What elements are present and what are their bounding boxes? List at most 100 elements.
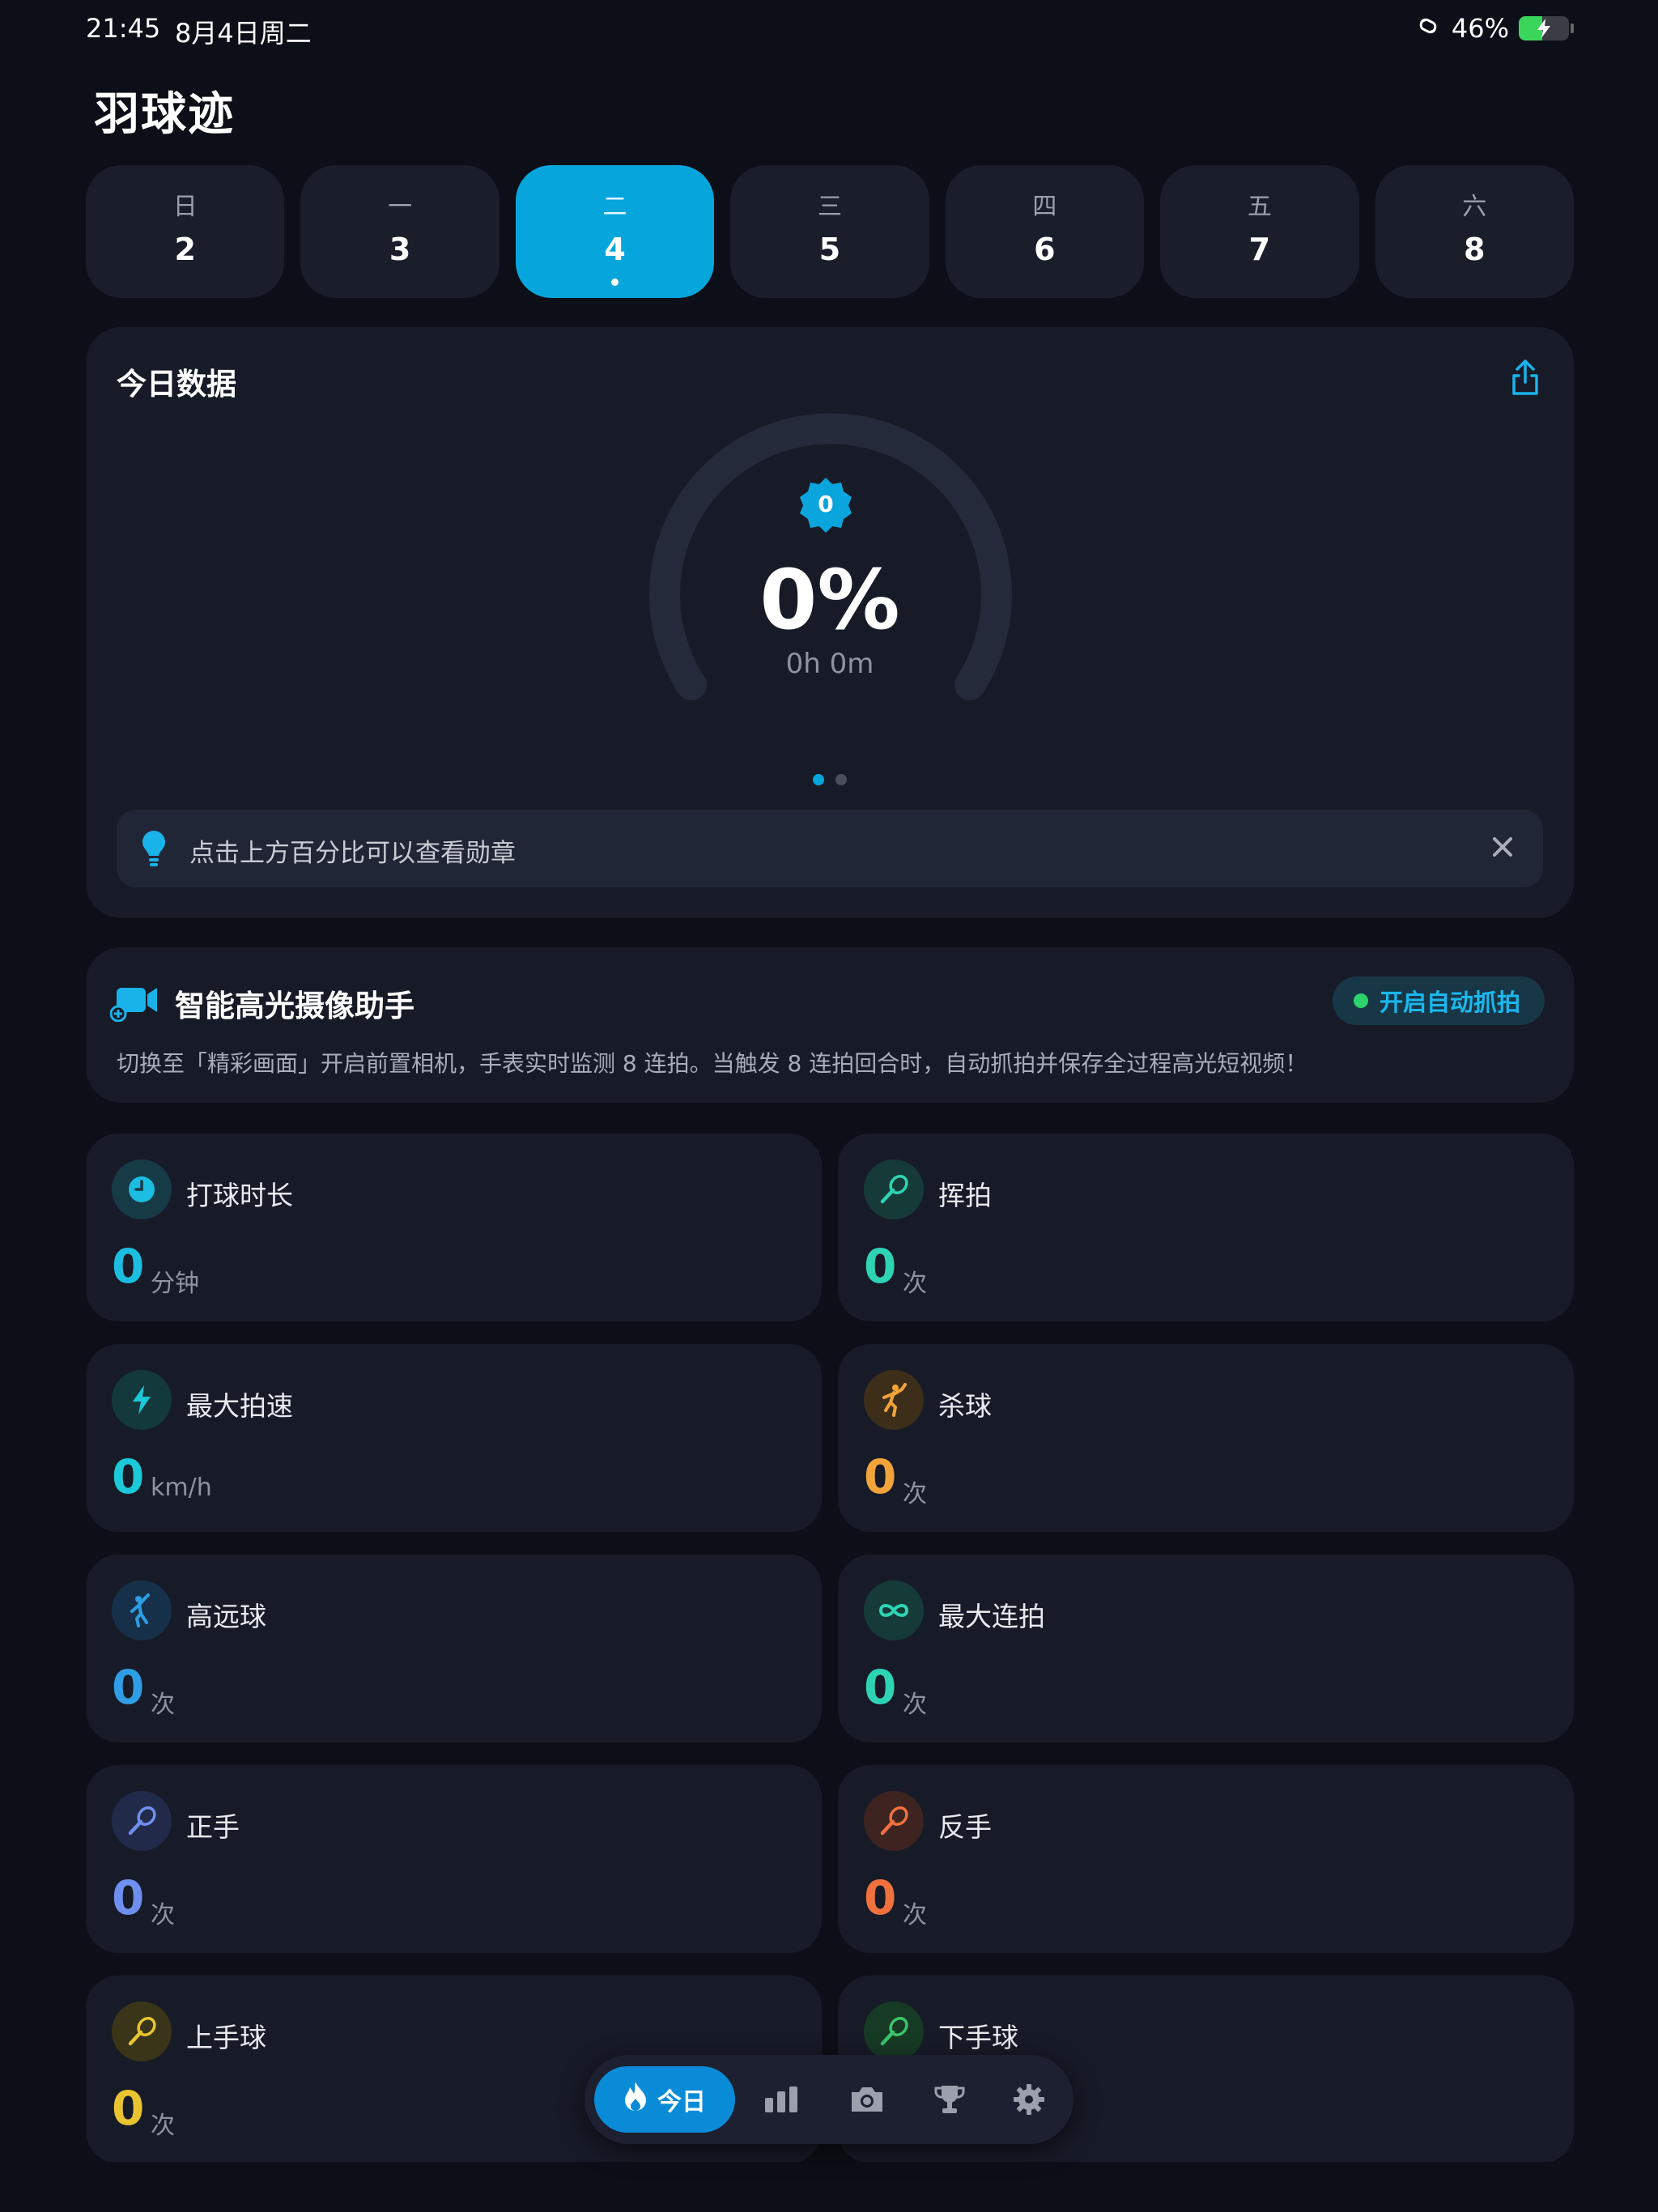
stat-value: 0 <box>864 1239 897 1294</box>
clock-icon <box>112 1159 172 1219</box>
stat-label: 最大连拍 <box>938 1601 1045 1632</box>
stat-card[interactable]: 打球时长 0 分钟 <box>86 1134 822 1321</box>
stat-label: 打球时长 <box>186 1180 293 1211</box>
infinity-icon <box>864 1580 924 1640</box>
stat-label: 挥拍 <box>938 1180 992 1211</box>
stat-card[interactable]: 正手 0 次 <box>86 1765 822 1953</box>
day-7[interactable]: 五7 <box>1160 165 1359 298</box>
stat-value: 0 <box>112 1870 145 1925</box>
day-3[interactable]: 一3 <box>300 165 500 298</box>
day-4[interactable]: 二4 <box>515 165 715 298</box>
clear-player-icon <box>112 1580 172 1640</box>
stat-value: 0 <box>864 1449 897 1504</box>
stat-unit: 次 <box>903 1270 927 1298</box>
day-5[interactable]: 三5 <box>730 165 929 298</box>
tip-banner: 点击上方百分比可以查看勋章 <box>117 810 1543 887</box>
racket-icon <box>112 1791 172 1851</box>
camera-assistant-card: 智能高光摄像助手 开启自动抓拍 切换至「精彩画面」开启前置相机，手表实时监测 8… <box>86 947 1574 1103</box>
battery-percent: 46% <box>1451 13 1509 44</box>
close-icon[interactable] <box>1486 831 1519 863</box>
auto-capture-label: 开启自动抓拍 <box>1379 989 1520 1016</box>
stat-value: 0 <box>112 1239 145 1294</box>
racket-icon <box>864 2001 924 2061</box>
day-weekday: 四 <box>1032 193 1057 221</box>
day-weekday: 日 <box>172 193 198 221</box>
stat-unit: 次 <box>151 1901 175 1929</box>
flame-icon <box>623 2081 648 2118</box>
day-2[interactable]: 日2 <box>86 165 285 298</box>
day-weekday: 一 <box>388 193 413 221</box>
video-camera-icon <box>109 983 159 1025</box>
stat-label: 正手 <box>186 1811 240 1843</box>
day-weekday: 三 <box>817 193 842 221</box>
link-icon <box>1414 13 1442 44</box>
today-duration: 0h 0m <box>785 648 874 680</box>
stat-unit: 次 <box>903 1480 927 1508</box>
day-number: 6 <box>1034 232 1056 267</box>
day-number: 5 <box>818 232 841 267</box>
status-dot <box>1353 993 1368 1008</box>
stat-label: 上手球 <box>186 2022 266 2053</box>
bottom-nav: 今日 <box>585 2055 1073 2144</box>
nav-today-label: 今日 <box>657 2088 706 2116</box>
stat-label: 最大拍速 <box>186 1390 293 1422</box>
page-dot-1[interactable] <box>813 774 824 785</box>
status-bar: 21:45 8月4日周二 46% <box>86 13 1574 49</box>
camera-title: 智能高光摄像助手 <box>175 989 414 1023</box>
medal-badge-value: 0 <box>818 491 834 517</box>
stat-value: 0 <box>112 1660 145 1715</box>
page-dot-2[interactable] <box>835 774 847 785</box>
stat-card[interactable]: 最大拍速 0 km/h <box>86 1344 822 1532</box>
stat-unit: km/h <box>151 1474 212 1502</box>
racket-icon <box>864 1791 924 1851</box>
day-weekday: 五 <box>1247 193 1272 221</box>
stat-unit: 次 <box>151 2112 175 2140</box>
stat-label: 下手球 <box>938 2022 1018 2053</box>
stat-unit: 次 <box>903 1901 927 1929</box>
share-icon[interactable] <box>1507 358 1543 397</box>
stat-value: 0 <box>112 2081 145 2136</box>
auto-capture-button[interactable]: 开启自动抓拍 <box>1332 976 1545 1025</box>
stat-card[interactable]: 杀球 0 次 <box>838 1344 1574 1532</box>
stat-label: 杀球 <box>938 1390 992 1422</box>
medal-badge-icon[interactable]: 0 <box>797 476 855 534</box>
stat-unit: 次 <box>151 1691 175 1719</box>
day-weekday: 二 <box>602 193 627 221</box>
day-8[interactable]: 六8 <box>1375 165 1574 298</box>
stat-card[interactable]: 挥拍 0 次 <box>838 1134 1574 1321</box>
stat-card[interactable]: 最大连拍 0 次 <box>838 1555 1574 1742</box>
racket-icon <box>864 1159 924 1219</box>
status-time: 21:45 <box>86 13 161 44</box>
stat-value: 0 <box>864 1660 897 1715</box>
camera-icon[interactable] <box>847 2079 887 2120</box>
page-indicator[interactable] <box>86 774 1574 785</box>
status-date: 8月4日周二 <box>175 18 312 49</box>
stat-card[interactable]: 反手 0 次 <box>838 1765 1574 1953</box>
smash-player-icon <box>864 1370 924 1430</box>
today-percent[interactable]: 0% <box>86 552 1574 649</box>
next-section-edge <box>0 2162 1658 2212</box>
day-weekday: 六 <box>1462 193 1487 221</box>
tip-text: 点击上方百分比可以查看勋章 <box>189 839 516 868</box>
stat-label: 高远球 <box>186 1601 266 1632</box>
lightbulb-icon <box>141 829 167 871</box>
today-dot <box>611 279 619 286</box>
day-6[interactable]: 四6 <box>945 165 1145 298</box>
day-number: 8 <box>1464 232 1486 267</box>
stat-value: 0 <box>112 1449 145 1504</box>
app-title: 羽球迹 <box>94 88 235 141</box>
today-data-card: 今日数据 0 0% 0h 0m 点击上方百分比可以查看勋章 <box>86 327 1574 918</box>
racket-icon <box>112 2001 172 2061</box>
bar-chart-icon[interactable] <box>761 2079 801 2120</box>
week-selector: 日2一3二4三5四6五7六8 <box>86 165 1574 298</box>
stat-card[interactable]: 高远球 0 次 <box>86 1555 822 1742</box>
stat-value: 0 <box>864 1870 897 1925</box>
day-number: 3 <box>389 232 411 267</box>
gear-icon[interactable] <box>1009 2079 1049 2120</box>
trophy-icon[interactable] <box>929 2079 970 2120</box>
stats-grid: 打球时长 0 分钟 挥拍 0 次最大拍速 0 km/h 杀球 0 次高远球 0 次最大连拍 0 次正手 0 次反… <box>86 1134 1574 2163</box>
nav-today[interactable]: 今日 <box>594 2066 735 2133</box>
day-number: 4 <box>604 232 626 267</box>
lightning-icon <box>112 1370 172 1430</box>
today-title: 今日数据 <box>117 367 236 402</box>
